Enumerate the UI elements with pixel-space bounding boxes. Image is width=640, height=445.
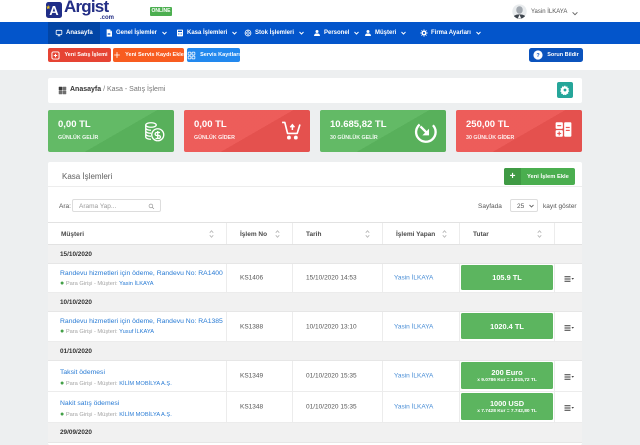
svg-text:?: ? (537, 53, 540, 59)
